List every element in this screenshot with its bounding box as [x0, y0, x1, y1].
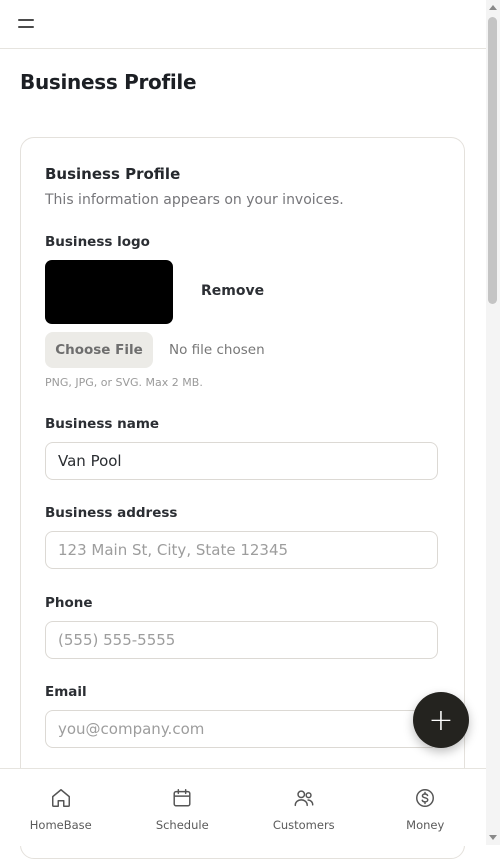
nav-item-money[interactable]: Money — [365, 769, 487, 846]
scroll-down-arrow-icon[interactable] — [489, 835, 497, 840]
business-address-input[interactable] — [45, 531, 438, 569]
top-bar — [0, 0, 486, 49]
add-button[interactable]: + — [413, 692, 469, 748]
business-logo-preview — [45, 260, 173, 324]
page-scrollbar[interactable] — [486, 0, 500, 845]
nav-label-schedule: Schedule — [155, 818, 209, 832]
business-name-label: Business name — [45, 416, 160, 432]
business-profile-card: Business Profile This information appear… — [20, 137, 465, 859]
choose-file-button[interactable]: Choose File — [45, 332, 153, 368]
nav-item-homebase[interactable]: HomeBase — [0, 769, 122, 846]
business-logo-label: Business logo — [45, 234, 150, 250]
card-title: Business Profile — [45, 165, 181, 183]
plus-icon: + — [428, 702, 454, 738]
menu-icon-line-bottom — [18, 26, 34, 28]
remove-logo-button[interactable]: Remove — [201, 283, 264, 299]
nav-label-homebase: HomeBase — [29, 818, 92, 832]
nav-label-money: Money — [406, 818, 445, 832]
bottom-nav: HomeBase Schedule Customers Money — [0, 768, 486, 846]
nav-item-schedule[interactable]: Schedule — [122, 769, 244, 846]
menu-icon[interactable] — [14, 13, 38, 35]
home-icon — [51, 789, 70, 807]
page-title: Business Profile — [20, 70, 197, 94]
users-icon — [294, 790, 314, 807]
dollar-circle-icon — [416, 789, 435, 807]
business-name-input[interactable] — [45, 442, 438, 480]
file-status-text: No file chosen — [169, 342, 265, 358]
card-subtitle: This information appears on your invoice… — [45, 192, 344, 208]
phone-label: Phone — [45, 595, 93, 611]
phone-input[interactable] — [45, 621, 438, 659]
business-address-label: Business address — [45, 505, 178, 521]
scrollbar-thumb[interactable] — [488, 17, 497, 304]
nav-label-customers: Customers — [272, 818, 335, 832]
scroll-up-arrow-icon[interactable] — [489, 5, 497, 10]
menu-icon-line-top — [18, 19, 34, 21]
calendar-icon — [173, 789, 191, 807]
email-input[interactable] — [45, 710, 438, 748]
nav-item-customers[interactable]: Customers — [243, 769, 365, 846]
logo-format-hint: PNG, JPG, or SVG. Max 2 MB. — [45, 376, 203, 389]
email-label: Email — [45, 684, 87, 700]
